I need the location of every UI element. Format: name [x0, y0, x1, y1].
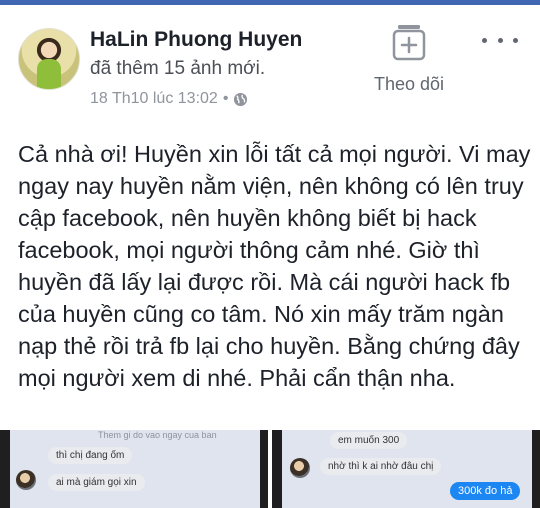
post-meta: 18 Th10 lúc 13:02 • [90, 90, 248, 108]
chat-message: em muốn 300 [330, 432, 408, 449]
photo-thumbnail-1[interactable]: Them gi do vao ngay cua ban thì chị đang… [0, 430, 268, 508]
follow-button[interactable]: Theo dõi [362, 18, 456, 98]
chat-message: thì chị đang ốm [48, 447, 133, 464]
post-body-text: Cả nhà ơi! Huyền xin lỗi tất cả mọi ngườ… [18, 141, 531, 391]
chat-screenshot: em muốn 300 nhờ thì k ai nhờ đâu chị 300… [282, 430, 532, 508]
avatar-figure [37, 59, 61, 89]
post-timestamp[interactable]: 18 Th10 lúc 13:02 [90, 90, 218, 108]
author-avatar[interactable] [18, 28, 80, 90]
chat-message-sent: 300k đo hả [450, 482, 521, 500]
chat-message: nhờ thì k ai nhờ đâu chị [320, 458, 442, 475]
photo-strip: Them gi do vao ngay cua ban thì chị đang… [0, 430, 540, 508]
more-dots-icon[interactable] [482, 30, 518, 50]
meta-separator: • [222, 90, 229, 107]
chat-message: ai mà giám gọi xin [48, 474, 145, 491]
chat-avatar [16, 470, 36, 490]
top-accent-bar [0, 0, 540, 5]
author-name[interactable]: HaLin Phuong Huyen [90, 28, 302, 52]
post-action-text: đã thêm 15 ảnh mới. [90, 58, 266, 79]
follow-label: Theo dõi [373, 74, 445, 94]
add-frame-icon [392, 25, 426, 61]
chat-avatar [290, 458, 310, 478]
chat-screenshot: Them gi do vao ngay cua ban thì chị đang… [10, 430, 260, 508]
globe-icon[interactable] [233, 92, 248, 107]
chat-header-faint: Them gi do vao ngay cua ban [98, 430, 217, 440]
photo-thumbnail-2[interactable]: em muốn 300 nhờ thì k ai nhờ đâu chị 300… [272, 430, 540, 508]
